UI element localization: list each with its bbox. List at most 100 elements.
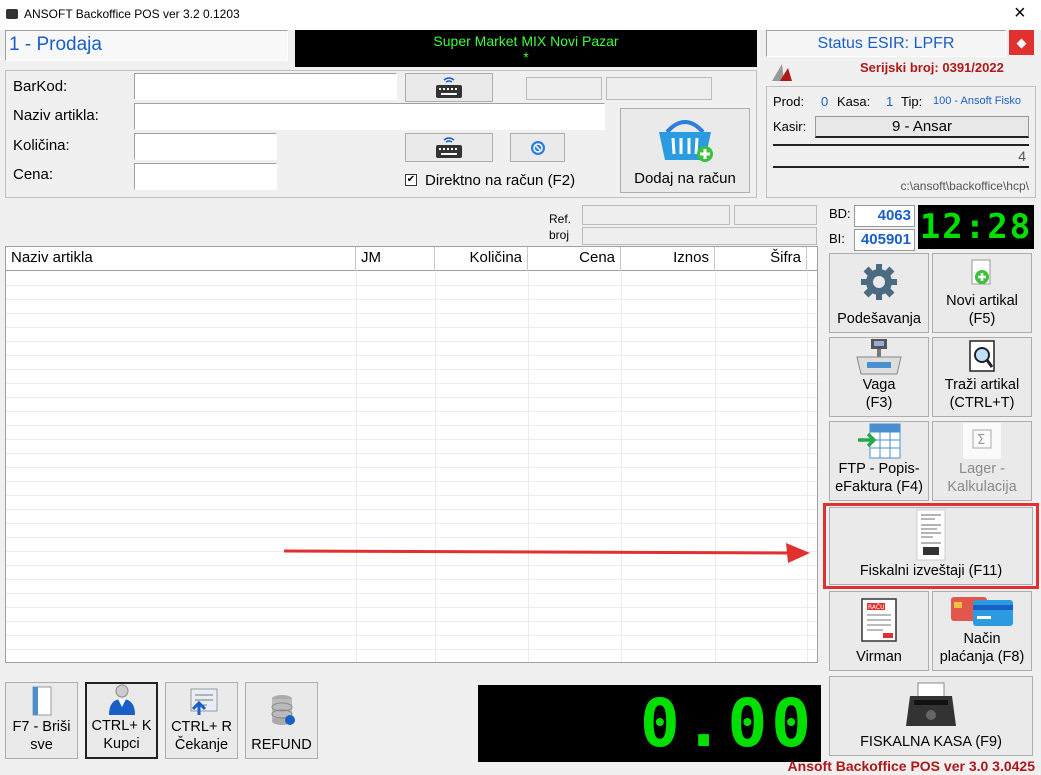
invoice-icon: RAČUN — [861, 598, 897, 642]
table-row[interactable] — [6, 412, 817, 426]
refund-button[interactable]: REFUND — [245, 682, 318, 759]
qty-input[interactable] — [134, 133, 277, 160]
settings-button[interactable]: Podešavanja — [829, 253, 929, 333]
exit-button[interactable]: ◆ — [1009, 30, 1034, 55]
table-row[interactable] — [6, 300, 817, 314]
table-body[interactable] — [6, 272, 817, 662]
fiscal-reports-button[interactable]: Fiskalni izveštaji (F11) — [829, 507, 1033, 585]
table-row[interactable] — [6, 286, 817, 300]
virman-button[interactable]: RAČUN Virman — [829, 591, 929, 671]
fiscal-till-button[interactable]: FISKALNA KASA (F9) — [829, 676, 1033, 756]
gear-icon — [861, 264, 897, 300]
document-icon — [32, 686, 51, 715]
direct-label: Direktno na račun (F2) — [425, 172, 576, 189]
new-document-icon — [971, 259, 991, 285]
spreadsheet-import-icon — [858, 423, 901, 459]
store-banner: Super Market MIX Novi Pazar * — [295, 30, 757, 67]
price-input[interactable] — [134, 163, 277, 190]
waiting-button[interactable]: CTRL+ R Čekanje — [165, 682, 238, 759]
kasir-field: 9 - Ansar — [815, 116, 1029, 138]
payment-label-2: plaćanja (F8) — [939, 649, 1025, 665]
table-row[interactable] — [6, 356, 817, 370]
svg-text:RAČUN: RAČUN — [868, 604, 889, 611]
direct-checkbox[interactable]: ✔ — [405, 174, 417, 186]
keyboard-button-1[interactable] — [405, 73, 493, 102]
col-header-code[interactable]: Šifra — [715, 247, 807, 271]
clock-display: 12:28 — [918, 205, 1034, 249]
table-row[interactable] — [6, 328, 817, 342]
settings-label: Podešavanja — [837, 311, 921, 327]
receipt-printer-icon — [906, 682, 956, 726]
close-icon[interactable]: × — [1014, 2, 1026, 25]
search-item-label-1: Traži artikal — [944, 377, 1020, 393]
bd-field: 4063 — [854, 205, 915, 227]
calculation-icon: Σ — [963, 423, 1001, 459]
ref-label-2: broj — [549, 228, 570, 242]
table-row[interactable] — [6, 510, 817, 524]
price-label: Cena: — [13, 166, 54, 183]
payment-method-button[interactable]: Način plaćanja (F8) — [932, 591, 1032, 671]
delete-all-button[interactable]: F7 - Briši sve — [5, 682, 78, 759]
col-header-jm[interactable]: JM — [356, 247, 435, 271]
table-row[interactable] — [6, 594, 817, 608]
add-to-bill-label: Dodaj na račun — [634, 170, 736, 187]
waiting-receipt-icon — [190, 688, 217, 715]
customer-icon — [108, 684, 135, 715]
table-row[interactable] — [6, 566, 817, 580]
table-row[interactable] — [6, 384, 817, 398]
title-bar: ANSOFT Backoffice POS ver 3.2 0.1203 × — [0, 0, 1041, 30]
kasir-label: Kasir: — [773, 119, 807, 134]
scale-button[interactable]: Vaga (F3) — [829, 337, 929, 417]
waiting-label-1: CTRL+ R — [171, 719, 232, 735]
search-item-label-2: (CTRL+T) — [949, 395, 1015, 411]
new-item-button[interactable]: Novi artikal (F5) — [932, 253, 1032, 333]
table-row[interactable] — [6, 496, 817, 510]
delete-all-label-2: sve — [30, 737, 53, 753]
table-row[interactable] — [6, 622, 817, 636]
table-row[interactable] — [6, 454, 817, 468]
buyers-button[interactable]: CTRL+ K Kupci — [85, 682, 158, 759]
tip-label: Tip: — [901, 94, 923, 109]
col-header-qty[interactable]: Količina — [435, 247, 528, 271]
add-to-bill-button[interactable]: Dodaj na račun — [620, 108, 750, 193]
table-row[interactable] — [6, 370, 817, 384]
total-display: 0.00 — [478, 685, 821, 762]
name-input[interactable] — [134, 103, 605, 130]
col-header-name[interactable]: Naziv artikla — [6, 247, 356, 271]
mode-label: 1 - Prodaja — [9, 34, 102, 55]
stock-calculation-button[interactable]: Σ Lager - Kalkulacija — [932, 421, 1032, 501]
buyers-label-1: CTRL+ K — [91, 718, 152, 734]
table-row[interactable] — [6, 426, 817, 440]
table-row[interactable] — [6, 608, 817, 622]
exit-icon: ◆ — [1016, 34, 1027, 50]
table-row[interactable] — [6, 398, 817, 412]
kasa-value: 1 — [886, 94, 894, 109]
clear-button[interactable] — [510, 133, 565, 162]
barcode-aux-field-1 — [526, 77, 602, 100]
barcode-input[interactable] — [134, 73, 397, 100]
cancel-icon — [530, 140, 545, 155]
search-item-button[interactable]: Traži artikal (CTRL+T) — [932, 337, 1032, 417]
col-header-price[interactable]: Cena — [528, 247, 621, 271]
table-row[interactable] — [6, 650, 817, 662]
table-row[interactable] — [6, 314, 817, 328]
ftp-label-1: FTP - Popis- — [838, 461, 920, 477]
items-table[interactable]: Naziv artikla JM Količina Cena Iznos Šif… — [5, 246, 818, 663]
ftp-efaktura-button[interactable]: FTP - Popis- eFaktura (F4) — [829, 421, 929, 501]
table-row[interactable] — [6, 580, 817, 594]
search-icon — [969, 340, 995, 372]
table-row[interactable] — [6, 636, 817, 650]
keyboard-button-2[interactable] — [405, 133, 493, 162]
table-row[interactable] — [6, 272, 817, 286]
bd-value: 4063 — [877, 207, 911, 224]
table-row[interactable] — [6, 342, 817, 356]
table-row[interactable] — [6, 468, 817, 482]
keyboard-icon — [436, 76, 462, 98]
col-header-amount[interactable]: Iznos — [621, 247, 715, 271]
info-panel: Prod: 0 Kasa: 1 Tip: 100 - Ansoft Fisko … — [766, 86, 1036, 198]
table-row[interactable] — [6, 440, 817, 454]
esir-status-text: Status ESIR: LPFR — [817, 35, 955, 52]
table-row[interactable] — [6, 482, 817, 496]
qty-label: Količina: — [13, 137, 70, 154]
table-row[interactable] — [6, 524, 817, 538]
